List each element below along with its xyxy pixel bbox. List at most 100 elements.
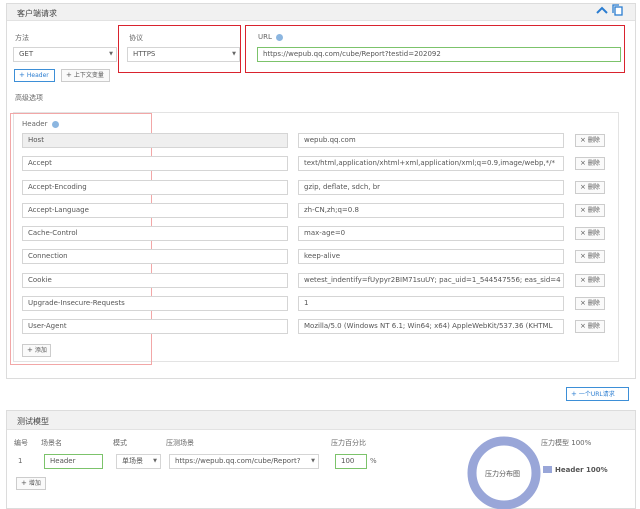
legend-swatch — [543, 466, 552, 473]
caret-down-icon: ▼ — [153, 458, 157, 464]
header-value-input[interactable]: wepub.qq.com — [298, 133, 564, 148]
header-name-input[interactable]: Cache-Control — [22, 226, 288, 241]
add-row-label: 添加 — [34, 347, 47, 354]
delete-header-button[interactable]: × 删除 — [575, 320, 605, 333]
header-value-input[interactable]: 1 — [298, 296, 564, 311]
caret-down-icon: ▼ — [311, 458, 315, 464]
add-url-request-label: 一个URL请求 — [578, 391, 615, 398]
add-header-label: Header — [26, 72, 49, 79]
method-label: 方法 — [15, 34, 29, 42]
add-scene-button[interactable]: + 增加 — [16, 477, 46, 490]
test-model-header — [7, 411, 635, 430]
header-name-input[interactable]: Accept-Encoding — [22, 180, 288, 195]
pressure-model-text: 压力模型 — [541, 439, 569, 447]
delete-label: 删除 — [587, 253, 600, 260]
col-scene-label: 场景名 — [41, 439, 62, 447]
url-label: URL — [258, 33, 284, 41]
close-icon: × — [580, 183, 586, 191]
scene-name-input[interactable]: Header — [44, 454, 103, 469]
url-input[interactable]: https://wepub.qq.com/cube/Report?testid=… — [257, 47, 621, 62]
delete-header-button[interactable]: × 删除 — [575, 157, 605, 170]
close-icon: × — [580, 206, 586, 214]
row-number: 1 — [18, 457, 23, 465]
plus-icon: + — [27, 346, 33, 354]
target-select[interactable]: https://wepub.qq.com/cube/Report? ▼ — [169, 454, 319, 469]
delete-header-button[interactable]: × 删除 — [575, 250, 605, 263]
header-value-input[interactable]: wetest_indentify=fUypyr2BIM71suUY; pac_u… — [298, 273, 564, 288]
add-context-label: 上下文变量 — [73, 72, 104, 79]
header-name-input[interactable]: Accept-Language — [22, 203, 288, 218]
header-value-input[interactable]: max-age=0 — [298, 226, 564, 241]
header-name-input[interactable]: Accept — [22, 156, 288, 171]
col-number-label: 编号 — [14, 439, 28, 447]
pressure-model-value: 100% — [571, 439, 592, 447]
header-label: Header — [22, 120, 59, 128]
header-value-input[interactable]: text/html,application/xhtml+xml,applicat… — [298, 156, 564, 171]
header-label-text: Header — [22, 120, 48, 128]
method-value: GET — [19, 50, 34, 58]
target-value: https://wepub.qq.com/cube/Report? — [175, 457, 301, 465]
delete-header-button[interactable]: × 删除 — [575, 274, 605, 287]
chevron-up-icon[interactable] — [596, 6, 608, 15]
delete-header-button[interactable]: × 删除 — [575, 297, 605, 310]
header-value-input[interactable]: gzip, deflate, sdch, br — [298, 180, 564, 195]
plus-icon: + — [19, 71, 25, 79]
header-name-input[interactable]: Host — [22, 133, 288, 148]
help-icon — [51, 120, 59, 128]
donut-center-label: 压力分布图 — [485, 470, 520, 478]
delete-label: 删除 — [587, 184, 600, 191]
protocol-label: 协议 — [129, 34, 143, 42]
close-icon: × — [580, 252, 586, 260]
mode-value: 单场景 — [122, 457, 143, 465]
delete-label: 删除 — [587, 323, 600, 330]
caret-down-icon: ▼ — [232, 51, 236, 57]
help-icon — [276, 33, 284, 41]
caret-down-icon: ▼ — [109, 51, 113, 57]
header-name-input[interactable]: Connection — [22, 249, 288, 264]
url-label-text: URL — [258, 33, 272, 41]
client-request-title: 客户端请求 — [17, 9, 57, 18]
copy-icon[interactable] — [612, 4, 623, 16]
add-context-variable-button[interactable]: + 上下文变量 — [61, 69, 110, 82]
delete-header-button[interactable]: × 删除 — [575, 227, 605, 240]
close-icon: × — [580, 276, 586, 284]
header-name-input[interactable]: Upgrade-Insecure-Requests — [22, 296, 288, 311]
legend-entry: Header 100% — [555, 466, 608, 474]
close-icon: × — [580, 229, 586, 237]
plus-icon: + — [571, 390, 577, 398]
close-icon: × — [580, 299, 586, 307]
add-url-request-button[interactable]: + 一个URL请求 — [566, 387, 629, 401]
mode-select[interactable]: 单场景 ▼ — [116, 454, 161, 469]
header-value-input[interactable]: zh-CN,zh;q=0.8 — [298, 203, 564, 218]
close-icon: × — [580, 159, 586, 167]
close-icon: × — [580, 322, 586, 330]
pressure-model-label: 压力模型 100% — [541, 438, 591, 448]
header-name-input[interactable]: User-Agent — [22, 319, 288, 334]
test-model-title: 测试模型 — [17, 417, 49, 426]
delete-label: 删除 — [587, 137, 600, 144]
delete-header-button[interactable]: × 删除 — [575, 134, 605, 147]
delete-label: 删除 — [587, 230, 600, 237]
delete-label: 删除 — [587, 207, 600, 214]
plus-icon: + — [66, 71, 72, 79]
col-percent-label: 压力百分比 — [331, 439, 366, 447]
plus-icon: + — [21, 479, 27, 487]
method-select[interactable]: GET ▼ — [13, 47, 117, 62]
delete-label: 删除 — [587, 300, 600, 307]
add-header-row-button[interactable]: + 添加 — [22, 344, 51, 357]
protocol-select[interactable]: HTTPS ▼ — [127, 47, 240, 62]
header-value-input[interactable]: Mozilla/5.0 (Windows NT 6.1; Win64; x64)… — [298, 319, 564, 334]
delete-label: 删除 — [587, 277, 600, 284]
percent-input[interactable]: 100 — [335, 454, 367, 469]
protocol-value: HTTPS — [133, 50, 156, 58]
add-header-button[interactable]: + Header — [14, 69, 55, 82]
header-name-input[interactable]: Cookie — [22, 273, 288, 288]
advanced-options-label: 高级选项 — [15, 94, 43, 102]
client-request-header — [7, 4, 635, 21]
delete-header-button[interactable]: × 删除 — [575, 204, 605, 217]
add-scene-label: 增加 — [28, 480, 41, 487]
header-value-input[interactable]: keep-alive — [298, 249, 564, 264]
col-mode-label: 模式 — [113, 439, 127, 447]
close-icon: × — [580, 136, 586, 144]
delete-header-button[interactable]: × 删除 — [575, 181, 605, 194]
